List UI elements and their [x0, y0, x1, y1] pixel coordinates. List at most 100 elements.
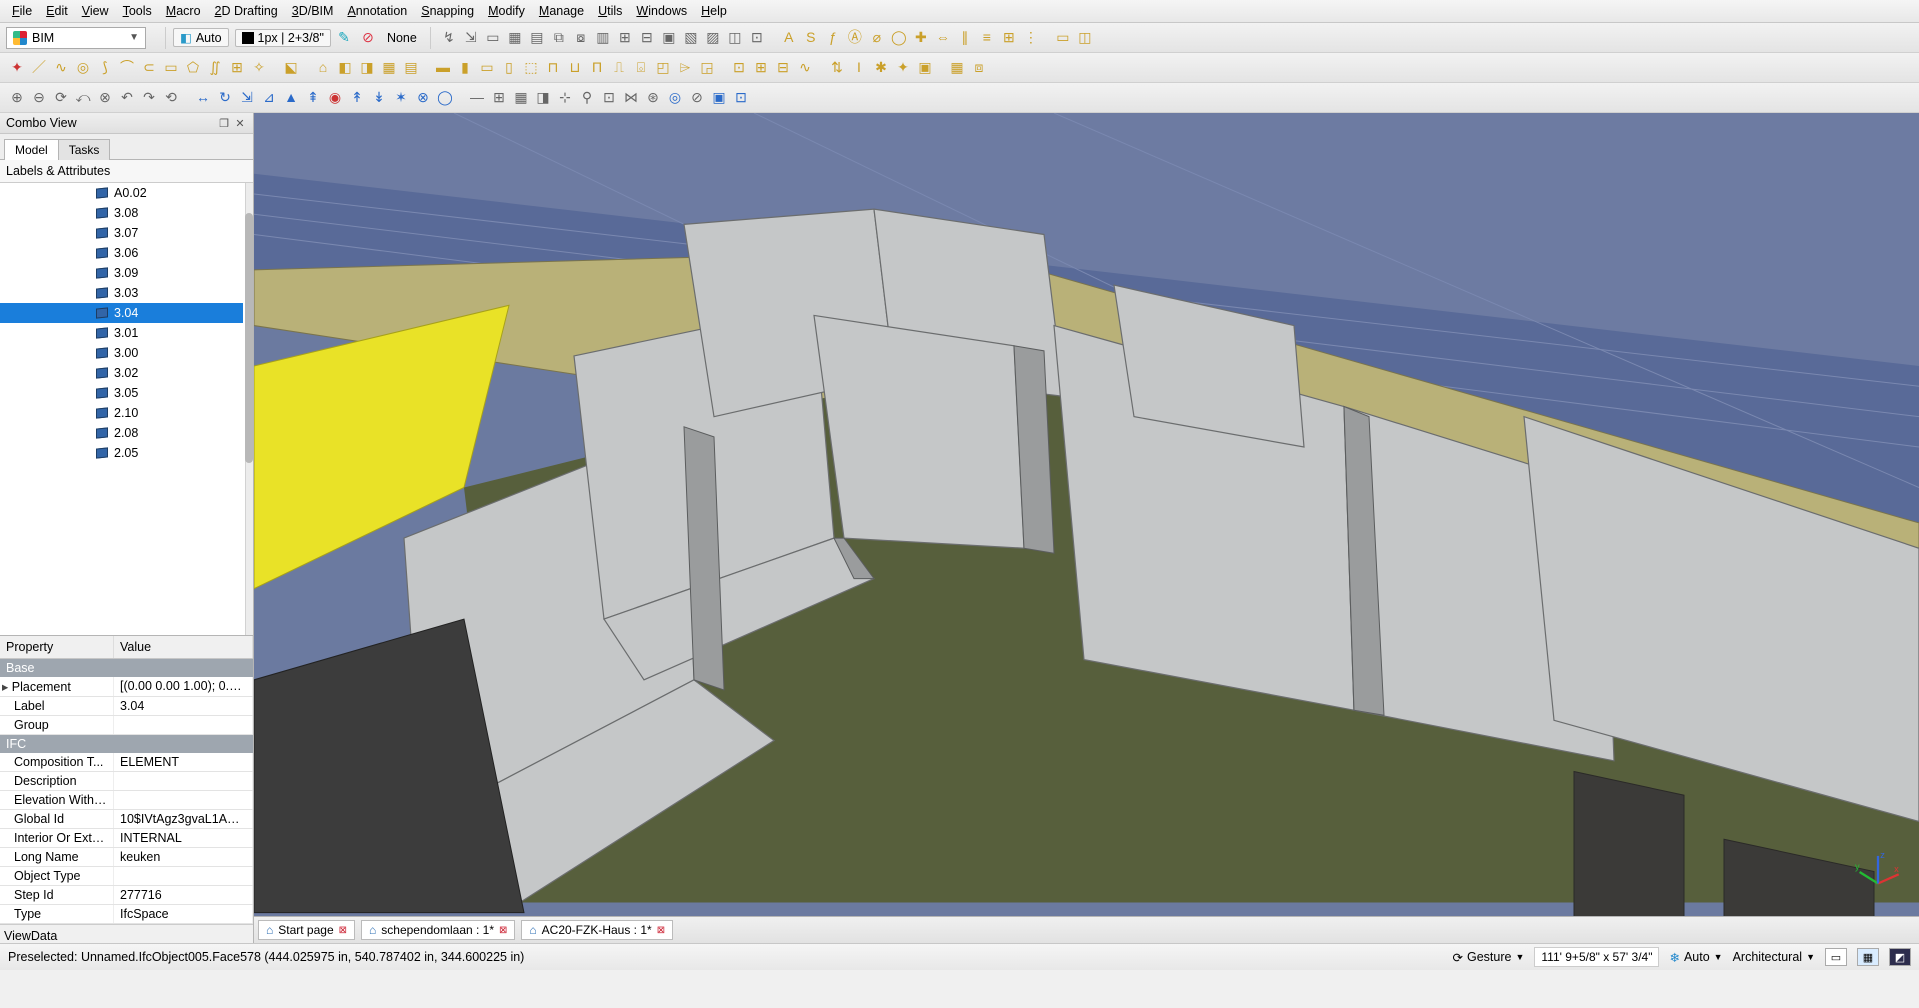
toolbar-icon[interactable]: ⊞: [488, 87, 510, 109]
toolbar-icon[interactable]: ⊔: [564, 57, 586, 79]
tab-data[interactable]: Data: [31, 929, 57, 943]
property-row[interactable]: Long Namekeuken: [0, 848, 253, 867]
menu-edit[interactable]: Edit: [46, 4, 68, 18]
toolbar-icon[interactable]: ◉: [324, 87, 346, 109]
toolbar-icon[interactable]: ▦: [510, 87, 532, 109]
status-btn-2[interactable]: ▦: [1857, 948, 1879, 966]
property-row[interactable]: TypeIfcSpace: [0, 905, 253, 924]
toolbar-icon[interactable]: ▣: [708, 87, 730, 109]
toolbar-icon[interactable]: ⊡: [728, 57, 750, 79]
property-row[interactable]: Global Id10$IVtAgz3gvaL1AC5...: [0, 810, 253, 829]
tree-item[interactable]: 3.02: [0, 363, 243, 383]
toolbar-icon[interactable]: ⊂: [138, 57, 160, 79]
toolbar-icon[interactable]: ⧇: [570, 27, 592, 49]
toolbar-icon[interactable]: ⌀: [866, 27, 888, 49]
nav-style[interactable]: ⟳ Gesture ▼: [1453, 950, 1525, 965]
units-selector[interactable]: Architectural▼: [1733, 950, 1815, 964]
menu-modify[interactable]: Modify: [488, 4, 525, 18]
toolbar-icon[interactable]: ✦: [6, 57, 28, 79]
toolbar-icon[interactable]: A: [778, 26, 800, 48]
toolbar-icon[interactable]: ▮: [454, 57, 476, 79]
property-row[interactable]: Group: [0, 716, 253, 735]
property-row[interactable]: Elevation With ...: [0, 791, 253, 810]
toolbar-icon[interactable]: ▦: [504, 27, 526, 49]
close-icon[interactable]: ⊠: [499, 925, 507, 936]
property-row[interactable]: Description: [0, 772, 253, 791]
tree-item[interactable]: 2.05: [0, 443, 243, 463]
toolbar-icon[interactable]: ⊹: [554, 87, 576, 109]
toolbar-icon[interactable]: ▨: [702, 27, 724, 49]
close-icon[interactable]: ⊠: [657, 925, 665, 936]
toolbar-icon[interactable]: ⊗: [412, 87, 434, 109]
toolbar-icon[interactable]: ↷: [138, 87, 160, 109]
toolbar-icon[interactable]: ✦: [892, 57, 914, 79]
tree-item[interactable]: 3.07: [0, 223, 243, 243]
toolbar-icon[interactable]: ◧: [334, 57, 356, 79]
document-tab[interactable]: ⌂schependomlaan : 1*⊠: [361, 920, 515, 940]
toolbar-icon[interactable]: ↻: [214, 87, 236, 109]
close-icon[interactable]: ✕: [233, 116, 247, 130]
toolbar-icon[interactable]: —: [466, 86, 488, 108]
menu-manage[interactable]: Manage: [539, 4, 584, 18]
menu-snapping[interactable]: Snapping: [421, 4, 474, 18]
toolbar-icon[interactable]: ◰: [652, 57, 674, 79]
tree-item[interactable]: 2.10: [0, 403, 243, 423]
toolbar-icon[interactable]: ⌺: [630, 57, 652, 79]
toolbar-icon[interactable]: ⊞: [614, 27, 636, 49]
toolbar-icon[interactable]: I: [848, 56, 870, 78]
toolbar-icon[interactable]: ⌲: [674, 57, 696, 79]
workspace-selector[interactable]: BIM ▼: [6, 27, 146, 49]
menu-help[interactable]: Help: [701, 4, 727, 18]
toolbar-icon[interactable]: ▭: [160, 57, 182, 79]
tree-item[interactable]: 3.09: [0, 263, 243, 283]
toolbar-icon[interactable]: ▤: [526, 27, 548, 49]
property-row[interactable]: Interior Or Exte...INTERNAL: [0, 829, 253, 848]
toolbar-icon[interactable]: ƒ: [822, 26, 844, 48]
tree-item[interactable]: 3.05: [0, 383, 243, 403]
toolbar-icon[interactable]: ⤺: [72, 87, 94, 109]
toolbar-icon[interactable]: ⌒: [116, 56, 138, 78]
3d-viewport[interactable]: x y z ⌂Start page⊠⌂schependomlaan : 1*⊠⌂…: [254, 113, 1919, 943]
toolbar-icon[interactable]: Ⓐ: [844, 26, 866, 48]
toolbar-icon[interactable]: ⧉: [548, 27, 570, 49]
toolbar-icon[interactable]: ▭: [476, 57, 498, 79]
toolbar-icon[interactable]: ◎: [664, 87, 686, 109]
toolbar-icon[interactable]: ⊿: [258, 87, 280, 109]
close-icon[interactable]: ⊠: [339, 925, 347, 936]
toolbar-icon[interactable]: ↡: [368, 87, 390, 109]
toolbar-icon[interactable]: ⇞: [302, 87, 324, 109]
toolbar-icon[interactable]: ⟲: [160, 87, 182, 109]
property-row[interactable]: Step Id277716: [0, 886, 253, 905]
toolbar-icon[interactable]: ⊡: [730, 87, 752, 109]
tree-item[interactable]: 3.00: [0, 343, 243, 363]
toolbar-icon[interactable]: ⊘: [686, 87, 708, 109]
toolbar-icon[interactable]: ◲: [696, 57, 718, 79]
toolbar-icon[interactable]: ⌂: [312, 56, 334, 78]
toolbar-icon[interactable]: ∬: [204, 57, 226, 79]
axis-triad-icon[interactable]: x y z: [1855, 849, 1901, 895]
tab-view[interactable]: View: [4, 929, 31, 943]
menu-utils[interactable]: Utils: [598, 4, 622, 18]
property-row[interactable]: Label3.04: [0, 697, 253, 716]
brush-icon[interactable]: ✎: [333, 27, 355, 49]
toolbar-icon[interactable]: ◯: [434, 87, 456, 109]
toolbar-icon[interactable]: ⊓: [542, 57, 564, 79]
model-tree[interactable]: A0.023.083.073.063.093.033.043.013.003.0…: [0, 183, 253, 635]
toolbar-icon[interactable]: ⊞: [998, 27, 1020, 49]
toolbar-icon[interactable]: ▦: [946, 57, 968, 79]
toolbar-icon[interactable]: ⊞: [750, 57, 772, 79]
toolbar-icon[interactable]: ⇲: [460, 27, 482, 49]
toolbar-icon[interactable]: ≡: [976, 26, 998, 48]
status-btn-1[interactable]: ▭: [1825, 948, 1847, 966]
construction-auto[interactable]: ◧Auto: [173, 28, 229, 47]
toolbar-icon[interactable]: ↯: [438, 27, 460, 49]
toolbar-icon[interactable]: ▧: [680, 27, 702, 49]
forbidden-icon[interactable]: ⊘: [357, 27, 379, 49]
menu-view[interactable]: View: [82, 4, 109, 18]
toolbar-icon[interactable]: ▭: [1052, 27, 1074, 49]
toolbar-icon[interactable]: ✶: [390, 87, 412, 109]
toolbar-icon[interactable]: ⟆: [94, 57, 116, 79]
toolbar-icon[interactable]: ▣: [658, 27, 680, 49]
toolbar-icon[interactable]: ⇅: [826, 57, 848, 79]
toolbar-icon[interactable]: ▣: [914, 57, 936, 79]
